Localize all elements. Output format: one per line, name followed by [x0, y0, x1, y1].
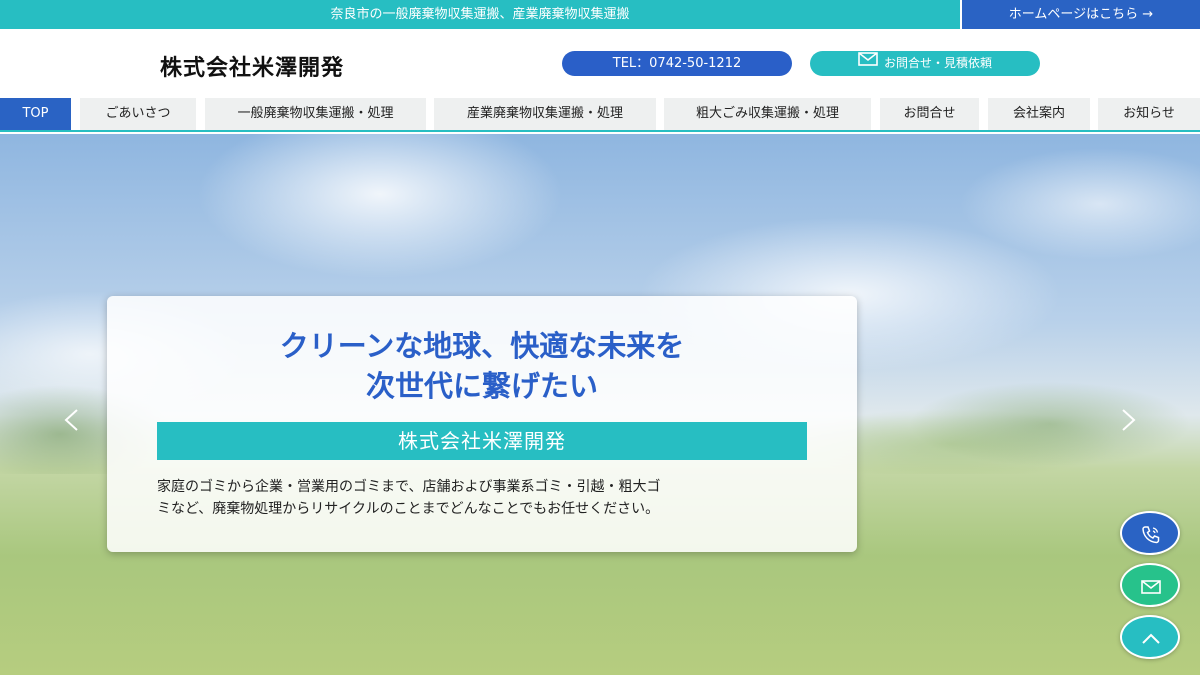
floating-mail-button[interactable]: [1120, 563, 1180, 607]
contact-button[interactable]: お問合せ・見積依頼: [810, 51, 1040, 76]
nav-item-company[interactable]: 会社案内: [988, 98, 1090, 130]
tagline: 奈良市の一般廃棄物収集運搬、産業廃棄物収集運搬: [0, 0, 960, 29]
chevron-right-icon[interactable]: [1116, 408, 1140, 432]
hero-description-line1: 家庭のゴミから企業・営業用のゴミまで、店舗および事業系ゴミ・引越・粗大ゴ: [157, 479, 661, 495]
hero-headline-line2: 次世代に繋げたい: [365, 369, 598, 403]
mail-icon: [1141, 580, 1161, 594]
back-to-top-button[interactable]: [1120, 615, 1180, 659]
nav-item-contact[interactable]: お問合せ: [880, 98, 979, 130]
nav-item-news[interactable]: お知らせ: [1098, 98, 1200, 130]
contact-button-label: お問合せ・見積依頼: [883, 56, 992, 70]
hero-slider: クリーンな地球、快適な未来を 次世代に繋げたい 株式会社米澤開発 家庭のゴミから…: [0, 134, 1200, 675]
main-nav: TOP ごあいさつ 一般廃棄物収集運搬・処理 産業廃棄物収集運搬・処理 粗大ごみ…: [0, 98, 1200, 132]
nav-item-top[interactable]: TOP: [0, 98, 71, 130]
site-logo[interactable]: 株式会社米澤開発: [160, 50, 344, 82]
nav-item-bulky-waste[interactable]: 粗大ごみ収集運搬・処理: [664, 98, 871, 130]
floating-phone-button[interactable]: [1120, 511, 1180, 555]
nav-item-greeting[interactable]: ごあいさつ: [80, 98, 196, 130]
nav-item-general-waste[interactable]: 一般廃棄物収集運搬・処理: [205, 98, 426, 130]
chevron-up-icon: [1142, 633, 1160, 644]
site-header: 株式会社米澤開発 TEL：0742-50-1212 お問合せ・見積依頼: [0, 29, 1200, 98]
hero-description: 家庭のゴミから企業・営業用のゴミまで、店舗および事業系ゴミ・引越・粗大ゴ ミなど…: [157, 476, 817, 520]
hero-card: クリーンな地球、快適な未来を 次世代に繋げたい 株式会社米澤開発 家庭のゴミから…: [107, 296, 857, 552]
hero-headline-line1: クリーンな地球、快適な未来を: [279, 329, 685, 363]
hero-description-line2: ミなど、廃棄物処理からリサイクルのことまでどんなことでもお任せください。: [157, 501, 660, 517]
top-bar: 奈良市の一般廃棄物収集運搬、産業廃棄物収集運搬 ホームページはこちら →: [0, 0, 1200, 29]
homepage-link[interactable]: ホームページはこちら →: [962, 0, 1200, 29]
phone-icon: [1142, 526, 1160, 544]
hero-headline: クリーンな地球、快適な未来を 次世代に繋げたい: [107, 326, 857, 406]
nav-item-industrial-waste[interactable]: 産業廃棄物収集運搬・処理: [434, 98, 656, 130]
mail-icon: [858, 50, 878, 75]
tel-button[interactable]: TEL：0742-50-1212: [562, 51, 792, 76]
chevron-left-icon[interactable]: [60, 408, 84, 432]
hero-company-name: 株式会社米澤開発: [157, 422, 807, 460]
